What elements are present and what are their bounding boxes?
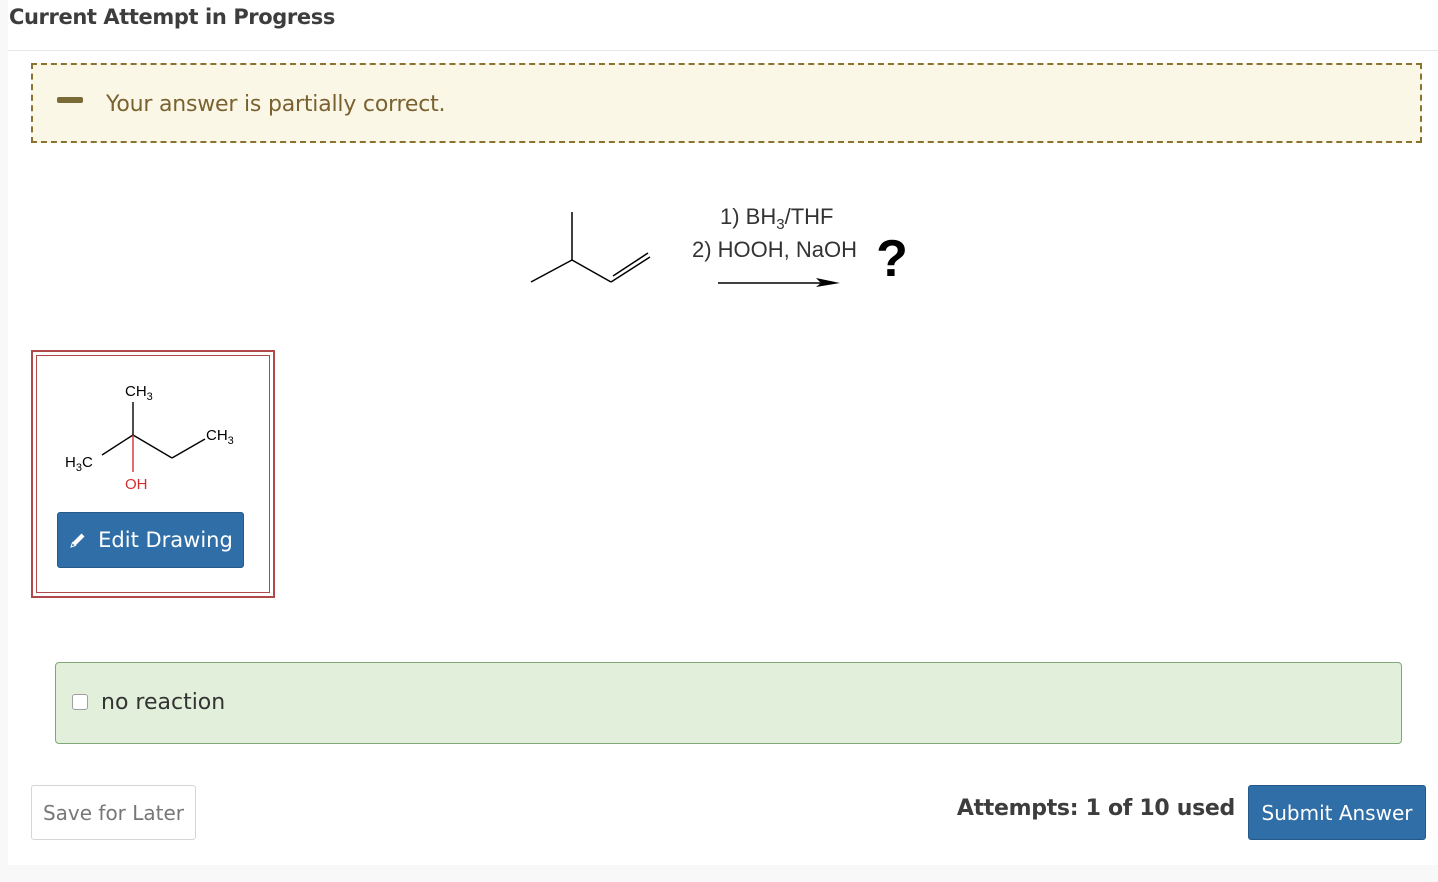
double-bond-b	[612, 252, 649, 277]
no-reaction-label: no reaction	[101, 690, 226, 715]
reaction-scheme: 1) BH3/THF 2) HOOH, NaOH ?	[530, 204, 908, 288]
answer-drawing-box: CH3 CH3 H3C OH Edit Drawing	[31, 350, 275, 598]
no-reaction-option[interactable]: no reaction	[55, 662, 1402, 744]
feedback-message: Your answer is partially correct.	[106, 92, 446, 117]
reagent-step-2: 2) HOOH, NaOH	[692, 237, 857, 262]
bond-c2-c3	[132, 434, 173, 459]
pencil-icon	[70, 533, 85, 548]
no-reaction-checkbox[interactable]	[72, 694, 88, 710]
feedback-banner: Your answer is partially correct.	[31, 63, 1422, 143]
unknown-product-marker: ?	[876, 230, 908, 288]
reagent-step-1: 1) BH3/THF	[720, 204, 833, 233]
bond-c2-ch3-left	[101, 434, 134, 456]
atom-h3c-left: H3C	[65, 454, 93, 474]
starting-material-structure	[530, 212, 651, 283]
double-bond-a	[610, 256, 651, 283]
edit-drawing-button[interactable]: Edit Drawing	[57, 512, 244, 568]
page-title: Current Attempt in Progress	[9, 5, 335, 29]
bond-c3-ch3	[171, 438, 206, 459]
product-structure: CH3 CH3 H3C OH	[65, 383, 234, 493]
minus-icon	[57, 97, 83, 103]
bond-methyl-left	[530, 259, 573, 283]
submit-answer-button[interactable]: Submit Answer	[1248, 785, 1426, 840]
title-divider	[8, 50, 1438, 51]
atom-ch3-top: CH3	[125, 383, 153, 403]
bond-to-vinyl	[571, 259, 612, 283]
attempts-counter: Attempts: 1 of 10 used	[956, 796, 1235, 821]
atom-ch3-right: CH3	[206, 427, 234, 447]
edit-drawing-label: Edit Drawing	[98, 528, 233, 552]
reaction-arrow-icon	[718, 278, 840, 287]
save-for-later-button[interactable]: Save for Later	[31, 785, 196, 840]
atom-oh: OH	[125, 476, 148, 493]
